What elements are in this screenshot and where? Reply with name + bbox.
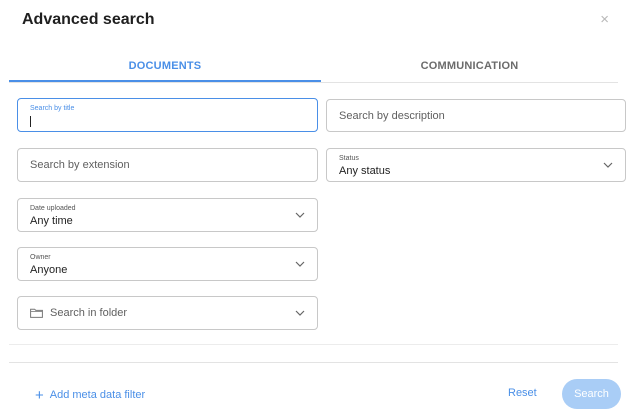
- status-value: Any status: [339, 165, 391, 177]
- dialog-title: Advanced search: [22, 11, 155, 28]
- owner-select[interactable]: Owner Anyone: [17, 247, 318, 281]
- title-search-field[interactable]: Search by title: [17, 98, 318, 132]
- folder-search-placeholder: Search in folder: [50, 307, 128, 319]
- date-uploaded-value: Any time: [30, 215, 73, 227]
- title-search-label: Search by title: [30, 105, 75, 112]
- chevron-down-icon: [295, 310, 305, 316]
- tab-documents[interactable]: DOCUMENTS: [9, 52, 321, 82]
- description-search-placeholder: Search by description: [339, 109, 445, 122]
- chevron-down-icon: [295, 261, 305, 267]
- extension-search-field[interactable]: Search by extension: [17, 148, 318, 182]
- chevron-down-icon: [603, 162, 613, 168]
- close-icon[interactable]: ×: [600, 11, 609, 29]
- chevron-down-icon: [295, 212, 305, 218]
- add-meta-data-filter-label: Add meta data filter: [49, 389, 146, 401]
- plus-icon: +: [35, 387, 44, 404]
- status-select[interactable]: Status Any status: [326, 148, 626, 182]
- date-uploaded-label: Date uploaded: [30, 205, 76, 212]
- tab-bar: DOCUMENTS COMMUNICATION: [9, 52, 618, 83]
- add-meta-data-filter-button[interactable]: + Add meta data filter: [35, 387, 145, 404]
- footer-divider: [9, 362, 618, 363]
- status-label: Status: [339, 155, 359, 162]
- owner-label: Owner: [30, 254, 51, 261]
- reset-button[interactable]: Reset: [508, 387, 537, 399]
- folder-select[interactable]: Search in folder: [17, 296, 318, 330]
- tab-communication[interactable]: COMMUNICATION: [321, 52, 618, 81]
- owner-value: Anyone: [30, 264, 68, 276]
- description-search-field[interactable]: Search by description: [326, 99, 626, 132]
- date-uploaded-select[interactable]: Date uploaded Any time: [17, 198, 318, 232]
- content-divider: [9, 344, 618, 345]
- folder-icon: [30, 308, 43, 318]
- search-button[interactable]: Search: [562, 379, 621, 409]
- text-cursor: [30, 116, 31, 127]
- extension-search-placeholder: Search by extension: [30, 159, 130, 171]
